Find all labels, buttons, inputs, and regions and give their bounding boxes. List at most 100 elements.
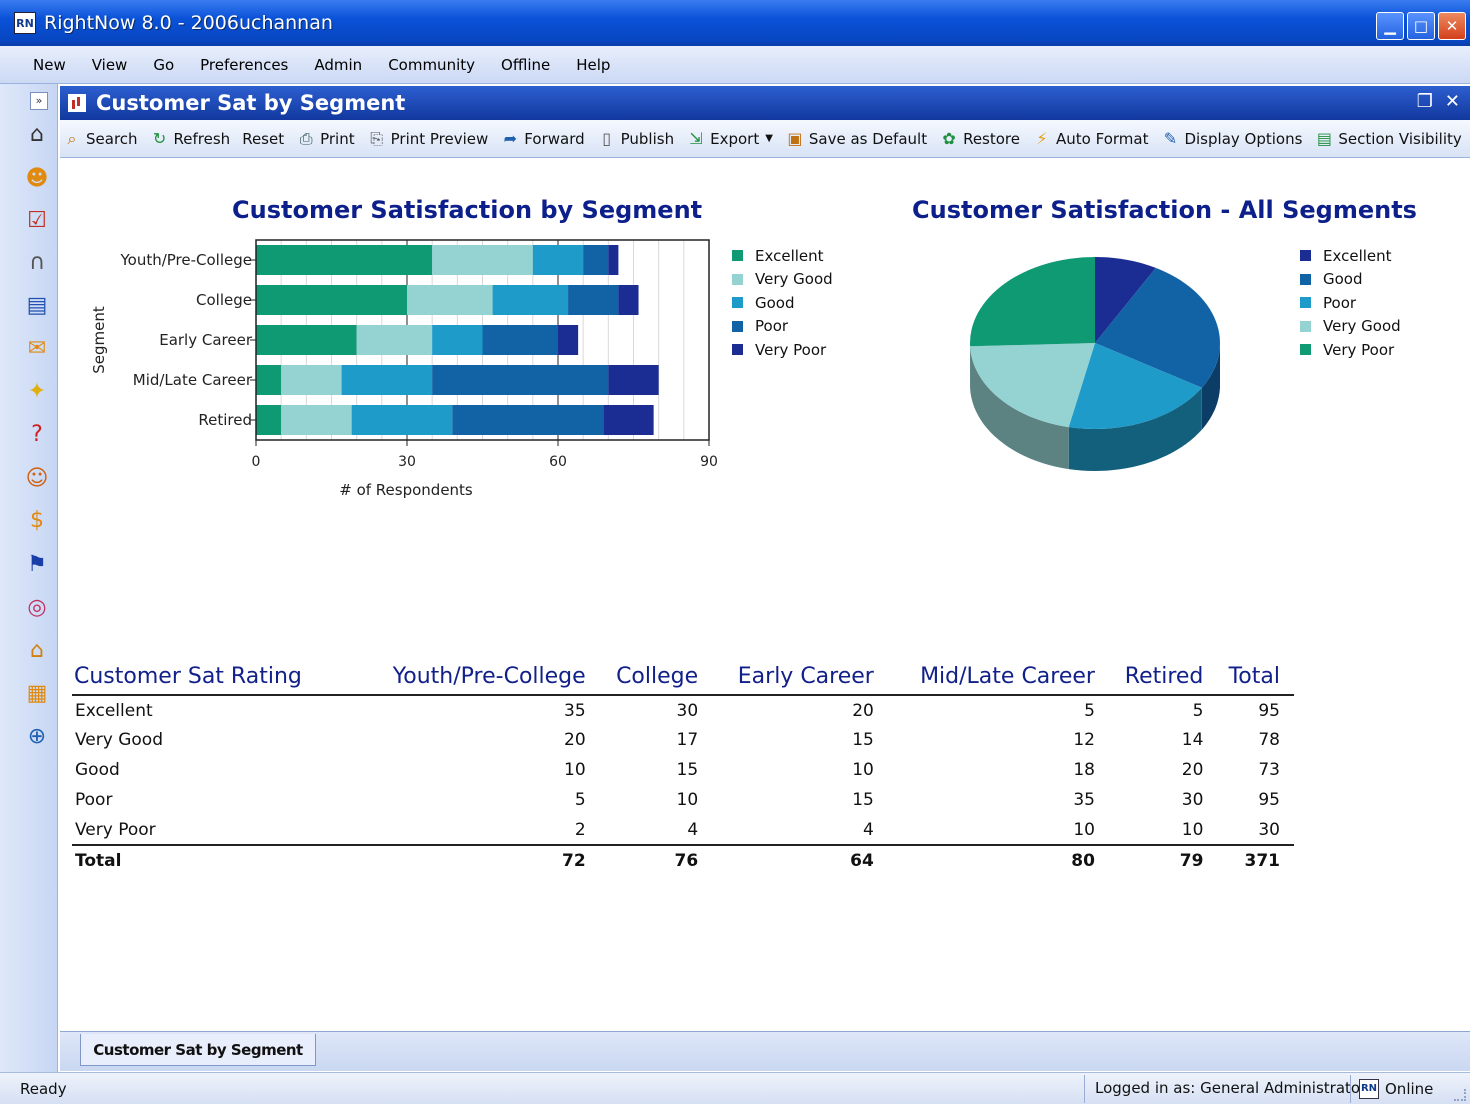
bar-segment [407, 285, 493, 315]
menu-offline[interactable]: Offline [488, 56, 563, 74]
column-header[interactable]: Customer Sat Rating [72, 663, 358, 696]
restore-icon: ✿ [942, 128, 956, 148]
print-button[interactable]: ⎙ Print [296, 129, 355, 149]
export-button[interactable]: ⇲ Export ▼ [686, 129, 773, 149]
surveys-icon[interactable]: ◎ [22, 593, 52, 623]
table-cell: 371 [1217, 844, 1294, 875]
analytics-icon[interactable]: ▦ [22, 679, 52, 709]
menu-help[interactable]: Help [563, 56, 623, 74]
tasks-icon[interactable]: ☑ [22, 206, 52, 236]
section-visibility-button[interactable]: ▤ Section Visibility [1314, 128, 1462, 149]
table-cell: Poor [75, 790, 113, 810]
status-text: Ready [20, 1080, 67, 1098]
menu-view[interactable]: View [79, 56, 141, 74]
online-status[interactable]: RN Online [1350, 1075, 1433, 1103]
column-header[interactable]: College [599, 663, 713, 696]
bar-segment [256, 405, 282, 435]
window-title: RightNow 8.0 - 2006uchannan [44, 12, 333, 34]
reset-button[interactable]: Reset [242, 130, 284, 148]
menu-new[interactable]: New [20, 56, 79, 74]
bar-segment [482, 325, 558, 355]
table-cell: 72 [357, 844, 600, 875]
legend-item: Excellent [1300, 244, 1401, 268]
bar-segment [356, 325, 433, 355]
relationships-icon[interactable]: ∩ [22, 248, 52, 278]
maximize-button[interactable]: □ [1407, 12, 1435, 40]
table-cell: 20 [852, 700, 874, 721]
card-icon[interactable]: ▤ [22, 291, 52, 321]
table-cell: 5 [574, 790, 586, 810]
legend-item: Very Good [1300, 315, 1401, 339]
legend-item: Very Good [732, 268, 833, 292]
table-cell: Very Poor [75, 819, 156, 840]
menu-go[interactable]: Go [140, 56, 187, 74]
table-cell: 20 [1181, 760, 1204, 780]
organizations-icon[interactable]: ⌂ [22, 636, 52, 666]
table-row: Good 10 15 10 18 20 73 [72, 755, 1294, 785]
section-visibility-icon: ▤ [1316, 128, 1332, 148]
minimize-button[interactable]: ▁ [1376, 12, 1404, 40]
publish-button[interactable]: ▯ Publish [597, 129, 674, 149]
bar-segment [432, 245, 533, 275]
column-header[interactable]: Total [1217, 663, 1294, 696]
pie-chart-title: Customer Satisfaction - All Segments [912, 196, 1417, 224]
bar-chart-title: Customer Satisfaction by Segment [232, 196, 703, 224]
auto-format-icon: ⚡ [1036, 128, 1048, 148]
refresh-icon: ↻ [152, 128, 167, 148]
close-button[interactable]: ✕ [1438, 12, 1466, 40]
table-cell: 10 [1181, 819, 1204, 840]
table-cell: 14 [1181, 730, 1204, 750]
report-search-icon[interactable]: ⊕ [22, 722, 52, 752]
questions-icon[interactable]: ? [22, 420, 52, 450]
print-preview-button[interactable]: ⎘ Print Preview [367, 129, 488, 149]
restore-button[interactable]: ✿ Restore [939, 129, 1020, 149]
home-icon[interactable]: ⌂ [22, 120, 52, 150]
table-cell: 73 [1258, 760, 1280, 780]
answers-icon[interactable]: ✦ [22, 377, 52, 407]
menu-preferences[interactable]: Preferences [187, 56, 301, 74]
display-options-icon: ✎ [1163, 128, 1178, 148]
column-header[interactable]: Early Career [712, 663, 888, 696]
report-title: Customer Sat by Segment [96, 91, 406, 115]
menu-bar: New View Go Preferences Admin Community … [0, 46, 1470, 84]
save-as-default-button[interactable]: ▣ Save as Default [785, 129, 927, 149]
close-report-icon[interactable]: ✕ [1445, 91, 1460, 112]
campaigns-icon[interactable]: ⚑ [22, 550, 52, 580]
contacts-icon[interactable]: ☻ [22, 164, 52, 194]
legend-item: Good [732, 291, 833, 315]
report-header: Customer Sat by Segment ❐ ✕ [60, 86, 1470, 120]
x-tick-label: 60 [549, 454, 567, 470]
pie-chart-legend: Excellent Good Poor Very Good Very Poor [1300, 244, 1401, 362]
staff-icon[interactable]: ☺ [22, 464, 52, 494]
table-cell: 4 [687, 819, 699, 840]
opportunities-icon[interactable]: $ [22, 506, 52, 536]
expand-sidebar-icon[interactable]: » [30, 92, 48, 110]
tab-customer-sat-by-segment[interactable]: Customer Sat by Segment [80, 1034, 316, 1066]
forward-icon: ➦ [503, 128, 517, 148]
search-button[interactable]: ⌕ Search [62, 129, 138, 149]
bar-segment [492, 285, 569, 315]
app-icon: RN [14, 12, 36, 34]
resize-grip-icon[interactable] [1454, 1089, 1466, 1101]
table-cell: 5 [1192, 700, 1204, 721]
table-cell: Excellent [75, 700, 153, 721]
legend-item: Very Poor [1300, 338, 1401, 362]
column-header[interactable]: Mid/Late Career [887, 663, 1109, 696]
bar-segment [532, 245, 584, 275]
y-axis-label: Segment [90, 306, 108, 374]
menu-admin[interactable]: Admin [301, 56, 375, 74]
menu-community[interactable]: Community [375, 56, 488, 74]
column-header[interactable]: Retired [1108, 663, 1218, 696]
display-options-button[interactable]: ✎ Display Options [1160, 128, 1303, 149]
bar-segment [281, 405, 352, 435]
auto-format-button[interactable]: ⚡ Auto Format [1032, 129, 1148, 149]
legend-item: Good [1300, 268, 1401, 292]
incidents-icon[interactable]: ✉ [22, 334, 52, 364]
chevron-down-icon[interactable]: ▼ [765, 133, 773, 144]
column-header[interactable]: Youth/Pre-College [357, 663, 600, 696]
forward-button[interactable]: ➦ Forward [500, 128, 585, 149]
refresh-button[interactable]: ↻ Refresh [150, 128, 230, 149]
restore-window-icon[interactable]: ❐ [1417, 91, 1433, 112]
bar-segment [608, 245, 619, 275]
table-cell: 18 [1073, 760, 1095, 780]
